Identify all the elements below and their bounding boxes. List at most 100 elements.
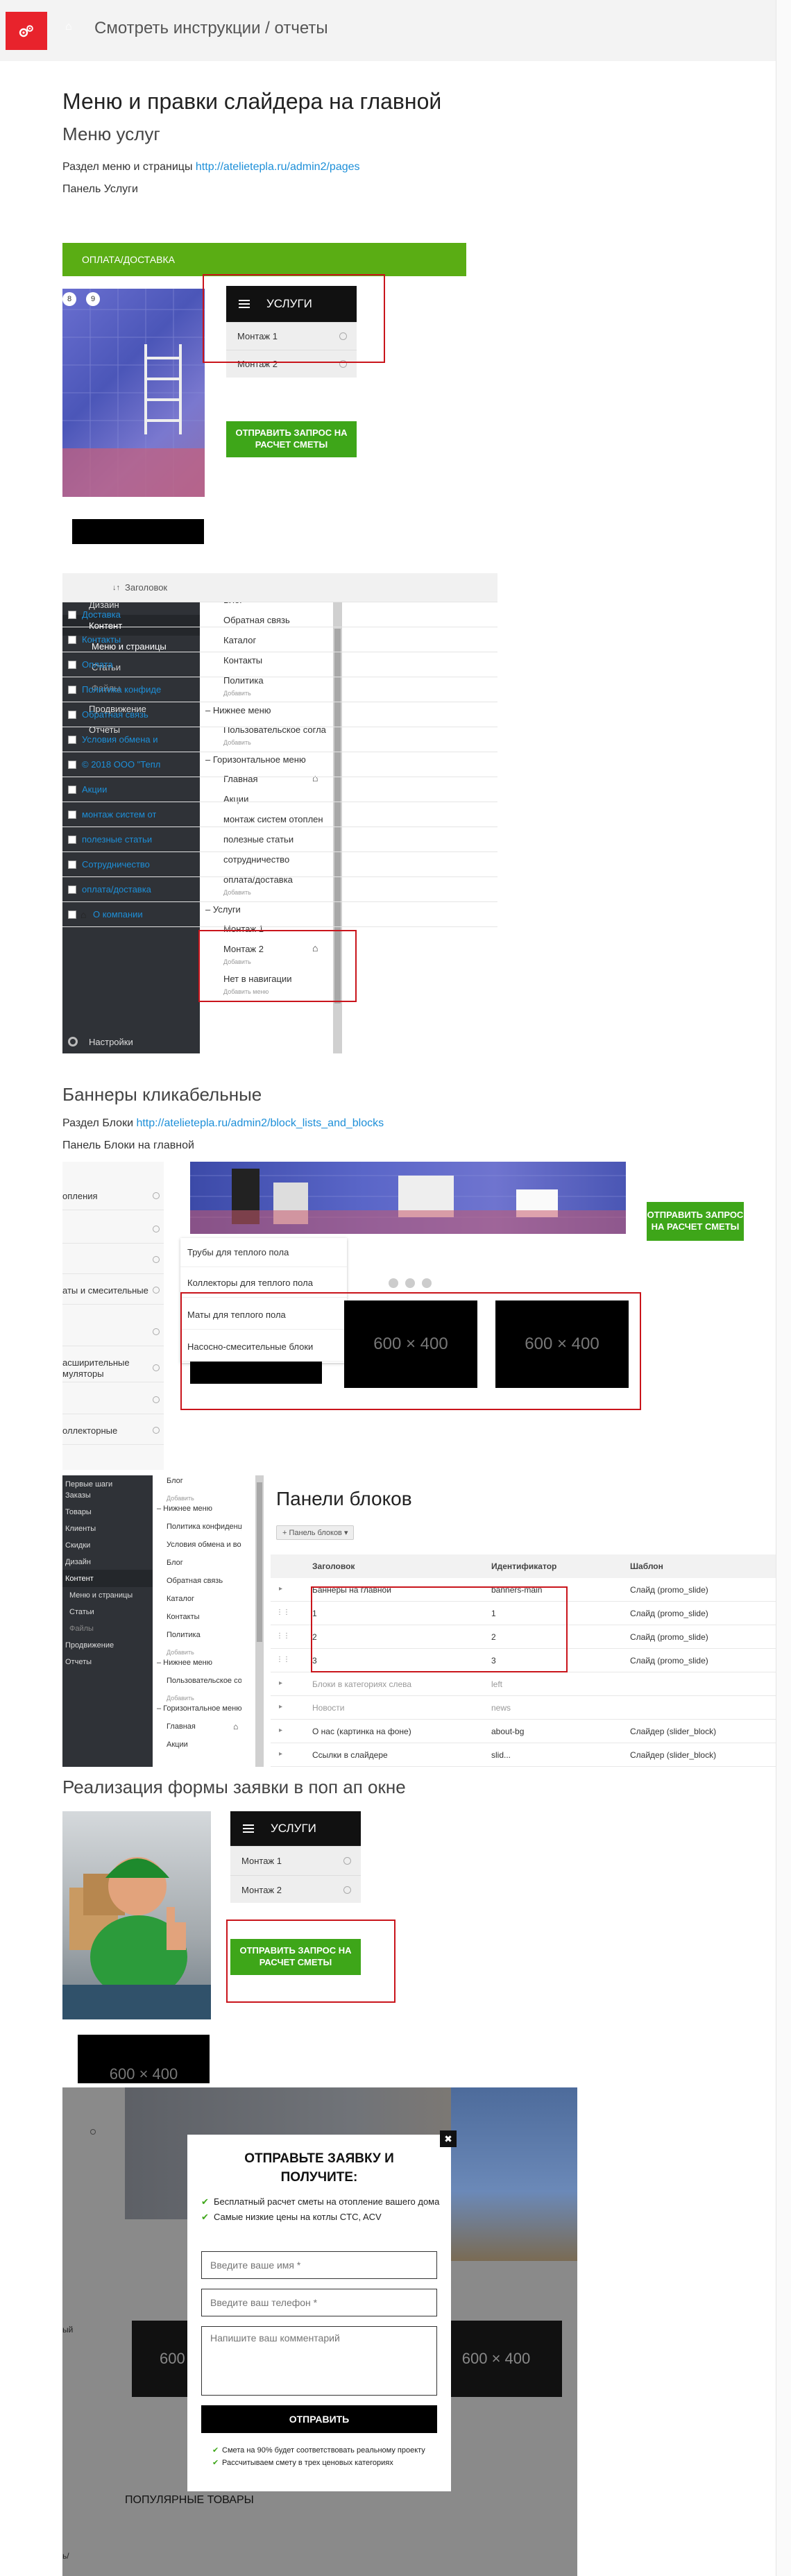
row-checkbox[interactable] — [68, 885, 76, 894]
row-checkbox[interactable] — [68, 910, 76, 919]
services-item-1[interactable]: Монтаж 1 — [230, 1846, 361, 1875]
expand-icon[interactable]: ▸ — [279, 1727, 282, 1734]
pages-admin-link[interactable]: http://atelietepla.ru/admin2/pages — [196, 161, 360, 173]
row-checkbox[interactable] — [68, 860, 76, 869]
grid-row-title[interactable]: Акции — [82, 784, 107, 795]
tree-item[interactable]: – Горизонтальное меню — [157, 1704, 241, 1713]
grid-row[interactable]: монтаж систем от — [62, 802, 497, 827]
grid-row-title[interactable]: Сотрудничество — [82, 859, 150, 870]
request-estimate-button[interactable]: ОТПРАВИТЬ ЗАПРОС НА РАСЧЕТ СМЕТЫ — [226, 421, 357, 457]
catalog-menu-item[interactable]: оллекторные — [62, 1417, 164, 1445]
catalog-menu-item[interactable] — [62, 1319, 164, 1346]
grid-row-title[interactable]: Политика конфиде — [82, 684, 161, 695]
sidebar-item-4[interactable]: Скидки — [62, 1536, 153, 1554]
grid-row[interactable]: Акции — [62, 777, 497, 802]
tree-item[interactable]: Политика — [167, 1631, 241, 1639]
home-icon[interactable]: ⌂ — [65, 21, 72, 33]
menu-toggle-button[interactable] — [6, 12, 47, 50]
grid-row[interactable]: Условия обмена и — [62, 727, 497, 752]
grid-row[interactable]: Сотрудничество — [62, 852, 497, 877]
grid-row[interactable]: Оплата — [62, 652, 497, 677]
comment-textarea[interactable] — [201, 2326, 437, 2396]
grid-row[interactable]: Политика конфиде — [62, 677, 497, 702]
grid-row-title[interactable]: Оплата — [82, 659, 113, 670]
grid-row-title[interactable]: Контакты — [82, 634, 121, 645]
tree-scroll-thumb[interactable] — [257, 1482, 262, 1642]
grid-row[interactable]: Доставка — [62, 602, 497, 627]
block-title[interactable]: Ссылки в слайдере — [312, 1750, 388, 1760]
sidebar-item-settings[interactable]: Настройки — [62, 1031, 200, 1052]
grid-row[interactable]: оплата/доставка — [62, 877, 497, 902]
column-template[interactable]: Шаблон — [630, 1561, 663, 1571]
block-title[interactable]: О нас (картинка на фоне) — [312, 1727, 411, 1736]
grid-row-title[interactable]: Доставка — [82, 609, 121, 620]
services-item-2[interactable]: Монтаж 2 — [230, 1875, 361, 1904]
grid-row-title[interactable]: оплата/доставка — [82, 884, 151, 895]
drag-handle-icon[interactable]: ⋮⋮ — [276, 1656, 290, 1663]
row-checkbox[interactable] — [68, 660, 76, 669]
slider-dot[interactable] — [405, 1278, 415, 1288]
add-block-panel-button[interactable]: + Панель блоков ▾ — [276, 1525, 355, 1540]
sidebar-item-1[interactable]: Заказы — [62, 1486, 153, 1504]
tree-item[interactable]: Блог — [167, 1559, 241, 1567]
block-title[interactable]: Блоки в категориях слева — [312, 1679, 411, 1689]
page-title[interactable]: Смотреть инструкции / отчеты — [94, 19, 328, 38]
catalog-menu-item[interactable]: аты и смесительные — [62, 1277, 164, 1305]
grid-row[interactable]: Контакты — [62, 627, 497, 652]
slider-dot[interactable] — [422, 1278, 432, 1288]
nav-item-payment[interactable]: ОПЛАТА/ДОСТАВКА — [82, 254, 175, 265]
grid-row-title[interactable]: О компании — [93, 909, 143, 920]
grid-row-title[interactable]: Условия обмена и — [82, 734, 158, 745]
row-checkbox[interactable] — [68, 810, 76, 819]
block-title[interactable]: Новости — [312, 1703, 344, 1713]
close-icon[interactable]: ✖ — [440, 2130, 457, 2147]
phone-input[interactable] — [201, 2289, 437, 2316]
catalog-menu-item[interactable]: опления — [62, 1183, 164, 1210]
request-estimate-button[interactable]: ОТПРАВИТЬ ЗАПРОС НА РАСЧЕТ СМЕТЫ — [647, 1202, 744, 1241]
row-checkbox[interactable] — [68, 710, 76, 719]
column-title[interactable]: Заголовок — [312, 1561, 355, 1571]
slider-dot[interactable] — [389, 1278, 398, 1288]
sidebar-item-7[interactable]: Меню и страницы — [62, 1586, 153, 1604]
submit-button[interactable]: ОТПРАВИТЬ — [201, 2405, 437, 2433]
sidebar-item-8[interactable]: Статьи — [62, 1603, 153, 1620]
tree-item[interactable]: Условия обмена и возвр — [167, 1541, 241, 1549]
row-checkbox[interactable] — [68, 785, 76, 794]
banner-slider-image[interactable] — [190, 1162, 626, 1234]
row-checkbox[interactable] — [68, 635, 76, 644]
catalog-menu-item[interactable] — [62, 1387, 164, 1414]
row-checkbox[interactable] — [68, 685, 76, 694]
grid-row[interactable]: Обратная связь — [62, 702, 497, 727]
tree-item[interactable]: Обратная связь — [167, 1577, 241, 1585]
catalog-menu-item[interactable]: асширительные муляторы — [62, 1355, 164, 1382]
expand-icon[interactable]: ▸ — [279, 1750, 282, 1758]
catalog-menu-item[interactable] — [62, 1246, 164, 1274]
tree-item[interactable]: – Нижнее меню — [157, 1505, 241, 1513]
sidebar-item-6[interactable]: Контент — [62, 1570, 153, 1587]
tree-item[interactable]: Каталог — [167, 1595, 241, 1603]
services-dropdown-header[interactable]: УСЛУГИ — [230, 1811, 361, 1846]
grid-row-title[interactable]: монтаж систем от — [82, 809, 156, 820]
sidebar-item-10[interactable]: Продвижение — [62, 1636, 153, 1654]
expand-icon[interactable]: ▸ — [279, 1585, 282, 1593]
drag-handle-icon[interactable]: ⋮⋮ — [276, 1609, 290, 1616]
column-identifier[interactable]: Идентификатор — [491, 1561, 556, 1571]
row-checkbox[interactable] — [68, 835, 76, 844]
sidebar-item-5[interactable]: Дизайн — [62, 1553, 153, 1570]
grid-row-title[interactable]: полезные статьи — [82, 834, 152, 845]
tree-add-link[interactable]: Добавить — [167, 1649, 241, 1656]
expand-icon[interactable]: ▸ — [279, 1703, 282, 1711]
grid-row[interactable]: ⌂ О компании — [62, 902, 497, 927]
blocks-grid-row[interactable]: ▸ О нас (картинка на фоне) about-bg Слайдер… — [271, 1720, 776, 1743]
tree-add-link[interactable]: Добавить — [167, 1495, 241, 1502]
expand-icon[interactable]: ▸ — [279, 1679, 282, 1687]
tree-item[interactable]: Блог — [167, 1477, 241, 1485]
blocks-admin-link[interactable]: http://atelietepla.ru/admin2/block_lists… — [136, 1117, 384, 1129]
blocks-grid-row[interactable]: ▸ Новости news — [271, 1696, 776, 1720]
tree-item[interactable]: Акции — [167, 1740, 241, 1749]
sidebar-item-9[interactable]: Файлы — [62, 1620, 153, 1637]
grid-row-title[interactable]: © 2018 ООО "Тепл — [82, 759, 160, 770]
blocks-grid-row[interactable]: ▸ Ссылки в слайдере slid... Слайдер (slider… — [271, 1743, 776, 1767]
catalog-menu-item[interactable] — [62, 1216, 164, 1244]
tree-add-link[interactable]: Добавить — [167, 1695, 241, 1702]
